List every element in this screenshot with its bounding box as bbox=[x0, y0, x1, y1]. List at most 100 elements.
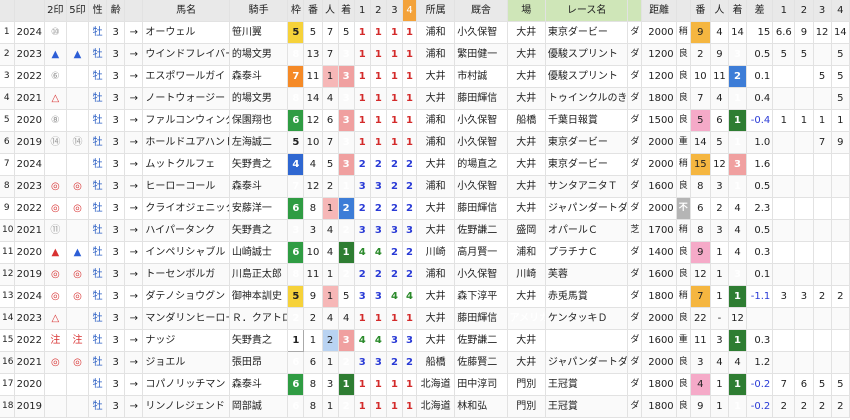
mark-2[interactable] bbox=[44, 395, 67, 418]
table-row[interactable]: 18 2019 牡 3 → リンノレジェンド 岡部誠 6 8 1 2 1 1 1 1 北海道 林和弘 門別 王冠賞ダ… bbox=[0, 395, 850, 418]
stable[interactable]: 田中淳司 bbox=[454, 373, 508, 396]
col-diff[interactable]: 差 bbox=[746, 0, 774, 22]
mark-2[interactable]: ⑪ bbox=[44, 219, 67, 242]
jockey-name[interactable]: 矢野貴之 bbox=[229, 219, 289, 242]
right-arrow-icon[interactable]: → bbox=[124, 263, 144, 286]
race-name[interactable]: ケンタッキＤ bbox=[545, 307, 629, 330]
race-name[interactable]: 東京ダービー bbox=[545, 153, 629, 176]
table-row[interactable]: 15 2022 注注牡 3 → ナッジ 矢野貴之 1 1 2 3 4 4 3 3 大井 佐野謙二 大井ダ 1600 重… bbox=[0, 329, 850, 352]
mark-2[interactable] bbox=[44, 153, 67, 176]
race-name[interactable]: 芙蓉 bbox=[545, 263, 629, 286]
col-aff[interactable]: 所属 bbox=[416, 0, 456, 22]
horse-name[interactable]: ノートウォージー bbox=[142, 87, 230, 110]
race-name[interactable] bbox=[545, 329, 629, 352]
race-name[interactable]: 千葉日報賞 bbox=[545, 109, 629, 132]
stable[interactable]: 藤田輝信 bbox=[454, 197, 508, 220]
stable[interactable]: 小久保智 bbox=[454, 263, 508, 286]
table-row[interactable]: 14 2023 △ 牡 3 → マンダリンヒーロー Ｒ．クアトロ 2 2 4 4 1 1 1 1 大井 藤田輝信ア… bbox=[0, 307, 850, 330]
right-arrow-icon[interactable]: → bbox=[124, 87, 144, 110]
mark-2[interactable]: ⑥ bbox=[44, 65, 67, 88]
mark-5[interactable]: ◎ bbox=[66, 175, 90, 198]
table-row[interactable]: 9 2022 ◎ ◎ 牡 3 → クライオジェニック 安藤洋一 6 8 1 2 2 2 2 2 大井 藤田輝信 大井ジ… bbox=[0, 197, 850, 220]
mark-5[interactable]: ▲ bbox=[66, 241, 90, 264]
col-c3[interactable]: 3 bbox=[386, 0, 403, 22]
jockey-name[interactable]: 山崎誠士 bbox=[229, 241, 289, 264]
stable[interactable]: 佐野謙二 bbox=[454, 219, 508, 242]
jockey-name[interactable]: 左海誠二 bbox=[229, 131, 289, 154]
right-arrow-icon[interactable]: → bbox=[124, 329, 144, 352]
race-name[interactable]: ジャパンダートダー bbox=[545, 197, 629, 220]
horse-name[interactable]: ナッジ bbox=[142, 329, 230, 352]
mark-5[interactable] bbox=[66, 153, 90, 176]
jockey-name[interactable]: 的場文男 bbox=[229, 87, 289, 110]
horse-name[interactable]: ヒーローコール bbox=[142, 175, 230, 198]
stable[interactable]: 森下淳平 bbox=[454, 285, 508, 308]
right-arrow-icon[interactable]: → bbox=[124, 109, 144, 132]
race-name[interactable]: サンタアニタＴ bbox=[545, 175, 629, 198]
col-c4[interactable]: 4 bbox=[402, 0, 418, 22]
table-row[interactable]: 6 2019 ⑭ ⑭ 牡 3 → ホールドユアハンド 左海誠二 5 10 7 3 1 1 1 1 浦和 小久保智 大井… bbox=[0, 131, 850, 154]
mark-2[interactable]: ⑧ bbox=[44, 109, 67, 132]
mark-2[interactable] bbox=[44, 373, 67, 396]
race-name[interactable]: トゥインクルのきせき bbox=[545, 87, 629, 110]
horse-name[interactable]: オーウェル bbox=[142, 21, 230, 44]
mark-5[interactable] bbox=[66, 21, 90, 44]
stable[interactable]: 市村誠 bbox=[454, 65, 508, 88]
mark-5[interactable] bbox=[66, 65, 90, 88]
mark-2[interactable]: △ bbox=[44, 307, 67, 330]
jockey-name[interactable]: 笹川翼 bbox=[229, 21, 289, 44]
jockey-name[interactable]: Ｒ．クアトロ bbox=[229, 307, 289, 330]
right-arrow-icon[interactable]: → bbox=[124, 307, 144, 330]
col-num[interactable]: 番 bbox=[303, 0, 323, 22]
mark-2[interactable]: ◎ bbox=[44, 175, 67, 198]
table-row[interactable]: 8 2023 ◎ ◎ 牡 3 → ヒーローコール 森泰斗 7 12 2 1 3 3 2 2 浦和 小久保智 大井 サンタ… bbox=[0, 175, 850, 198]
stable[interactable]: 繁田健一 bbox=[454, 43, 508, 66]
jockey-name[interactable]: 的場文男 bbox=[229, 43, 289, 66]
race-name[interactable]: 東京ダービー bbox=[545, 21, 629, 44]
horse-name[interactable]: インペリシャブル bbox=[142, 241, 230, 264]
right-arrow-icon[interactable]: → bbox=[124, 21, 144, 44]
stable[interactable]: 的場直之 bbox=[454, 153, 508, 176]
horse-name[interactable]: トーセンボルガ bbox=[142, 263, 230, 286]
col-r2[interactable]: 2 bbox=[794, 0, 814, 22]
table-row[interactable]: 2 2023 ▲ ▲ 牡 3 → ウインドフレイバー 的場文男 8 13 7 3 1 1 1 1 浦和 繁田健一 大井… bbox=[0, 43, 850, 66]
jockey-name[interactable]: 森泰斗 bbox=[229, 65, 289, 88]
horse-name[interactable]: エスポワールガイ bbox=[142, 65, 230, 88]
table-row[interactable]: 7 2024 牡 3 → ムットクルフェ 矢野貴之 4 4 5 3 2 2 2 2 大井 的場直之 大井 東京ダービ… bbox=[0, 153, 850, 176]
stable[interactable]: 高月賢一 bbox=[454, 241, 508, 264]
col-stable[interactable]: 厩舎 bbox=[454, 0, 508, 22]
mark-5[interactable]: ▲ bbox=[66, 43, 90, 66]
mark-2[interactable]: ▲ bbox=[44, 241, 67, 264]
stable[interactable]: 小久保智 bbox=[454, 109, 508, 132]
col-gate[interactable]: 枠 bbox=[287, 0, 305, 22]
col-rnum[interactable]: 番 bbox=[690, 0, 711, 22]
mark-5[interactable]: ⑭ bbox=[66, 131, 90, 154]
col-dist[interactable]: 距離 bbox=[641, 0, 677, 22]
jockey-name[interactable]: 森泰斗 bbox=[229, 175, 289, 198]
race-name[interactable]: 優駿スプリント bbox=[545, 43, 629, 66]
mark-2[interactable]: ▲ bbox=[44, 43, 67, 66]
right-arrow-icon[interactable]: → bbox=[124, 241, 144, 264]
col-mark2[interactable]: 2印 bbox=[44, 0, 67, 22]
right-arrow-icon[interactable]: → bbox=[124, 65, 144, 88]
horse-name[interactable]: ムットクルフェ bbox=[142, 153, 230, 176]
jockey-name[interactable]: 森泰斗 bbox=[229, 373, 289, 396]
col-sex[interactable]: 性 bbox=[88, 0, 108, 22]
right-arrow-icon[interactable]: → bbox=[124, 351, 144, 374]
mark-5[interactable] bbox=[66, 219, 90, 242]
horse-name[interactable]: リンノレジェンド bbox=[142, 395, 230, 418]
horse-name[interactable]: ジョエル bbox=[142, 351, 230, 374]
mark-5[interactable] bbox=[66, 109, 90, 132]
stable[interactable]: 小久保智 bbox=[454, 175, 508, 198]
stable[interactable]: 小久保智 bbox=[454, 131, 508, 154]
race-name[interactable]: プラチナＣ bbox=[545, 241, 629, 264]
col-horse[interactable]: 馬名 bbox=[142, 0, 230, 22]
right-arrow-icon[interactable]: → bbox=[124, 219, 144, 242]
col-mark5[interactable]: 5印 bbox=[66, 0, 90, 22]
mark-5[interactable]: ◎ bbox=[66, 285, 90, 308]
stable[interactable]: 小久保智 bbox=[454, 21, 508, 44]
jockey-name[interactable]: 矢野貴之 bbox=[229, 153, 289, 176]
horse-name[interactable]: マンダリンヒーロー bbox=[142, 307, 230, 330]
race-name[interactable]: 王冠賞 bbox=[545, 373, 629, 396]
race-name[interactable]: オパールＣ bbox=[545, 219, 629, 242]
